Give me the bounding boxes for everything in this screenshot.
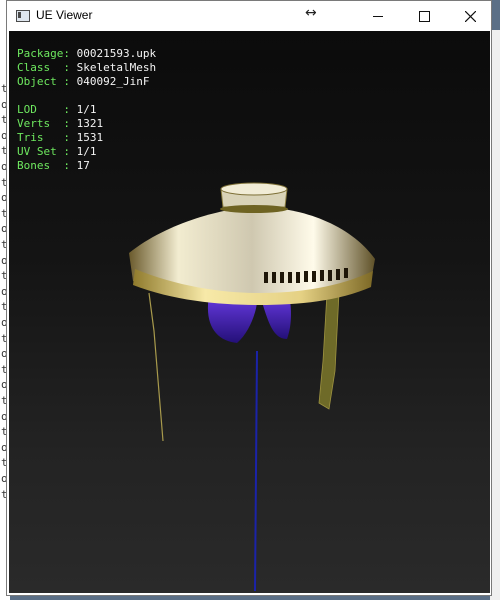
3d-viewport[interactable]: Package: 00021593.upk Class : SkeletalMe… <box>9 31 490 593</box>
verts-value: 1321 <box>76 117 104 130</box>
close-icon <box>464 10 476 22</box>
mesh-info-overlay: Package: 00021593.upk Class : SkeletalMe… <box>17 47 156 173</box>
tassel-left <box>148 292 164 442</box>
package-value: 00021593.upk <box>76 47 157 60</box>
lod-value: 1/1 <box>76 103 97 116</box>
minimize-button[interactable] <box>355 1 401 31</box>
tassel-right <box>318 292 340 410</box>
info-row-bones: Bones : 17 <box>17 159 90 172</box>
tris-value: 1531 <box>76 131 104 144</box>
bone-line <box>254 350 258 592</box>
info-row-object: Object : 040092_JinF <box>17 75 150 88</box>
object-value: 040092_JinF <box>76 75 150 88</box>
close-button[interactable] <box>447 1 493 31</box>
info-row-package: Package: 00021593.upk <box>17 47 157 60</box>
minimize-icon <box>373 15 383 17</box>
title-bar[interactable]: UE Viewer ↔ <box>7 1 491 31</box>
ue-viewer-window: UE Viewer ↔ Package: 00021593.upk Class … <box>6 0 492 596</box>
window-title: UE Viewer <box>36 8 93 22</box>
uvset-value: 1/1 <box>76 145 97 158</box>
maximize-icon <box>418 10 430 22</box>
hat-crown-base <box>220 205 288 213</box>
resize-arrows-icon: ↔ <box>305 5 317 21</box>
window-icon <box>16 10 30 22</box>
hat-top <box>220 182 288 196</box>
class-value: SkeletalMesh <box>76 61 157 74</box>
info-row-class: Class : SkeletalMesh <box>17 61 157 74</box>
info-row-verts: Verts : 1321 <box>17 117 104 130</box>
maximize-button[interactable] <box>401 1 447 31</box>
info-row-lod: LOD : 1/1 <box>17 103 97 116</box>
bones-value: 17 <box>76 159 90 172</box>
info-row-tris: Tris : 1531 <box>17 131 104 144</box>
info-row-uvset: UV Set : 1/1 <box>17 145 97 158</box>
